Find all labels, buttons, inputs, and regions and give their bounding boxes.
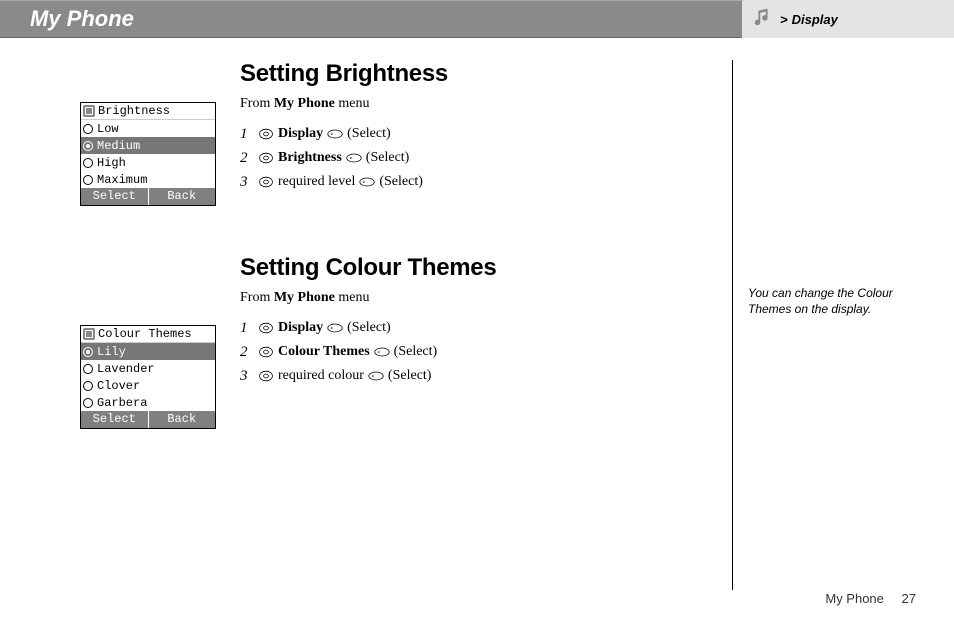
phone-screen-themes: Colour Themes Lily Lavender Clover Garbe…: [80, 325, 216, 429]
header-title: My Phone: [30, 6, 134, 32]
step: 1 Display (Select): [240, 122, 730, 146]
radio-icon: [83, 381, 93, 391]
select-key-icon: [327, 127, 343, 141]
radio-icon: [83, 398, 93, 408]
nav-key-icon: [258, 151, 274, 165]
phone-screen-brightness: Brightness Low Medium High Maximum Selec…: [80, 102, 216, 206]
radio-icon: [83, 175, 93, 185]
from-line: From My Phone menu: [240, 96, 730, 112]
breadcrumb-label: Display: [792, 12, 838, 27]
softkey-select: Select: [81, 411, 148, 428]
nav-key-icon: [258, 369, 274, 383]
section-brightness: Setting Brightness From My Phone menu 1 …: [240, 60, 730, 194]
radio-icon: [83, 347, 93, 357]
option-row: Clover: [81, 377, 215, 394]
section-heading: Setting Brightness: [240, 60, 730, 88]
select-key-icon: [346, 151, 362, 165]
select-key-icon: [327, 321, 343, 335]
side-note: You can change the Colour Themes on the …: [748, 285, 923, 317]
screen-title: Brightness: [98, 104, 170, 118]
display-icon: [83, 105, 95, 117]
nav-key-icon: [258, 127, 274, 141]
option-row: Maximum: [81, 171, 215, 188]
screen-title-row: Brightness: [81, 103, 215, 120]
nav-key-icon: [258, 345, 274, 359]
screen-title: Colour Themes: [98, 327, 192, 341]
section-heading: Setting Colour Themes: [240, 254, 730, 282]
radio-icon: [83, 364, 93, 374]
softkey-bar: Select Back: [81, 411, 215, 428]
option-row: High: [81, 154, 215, 171]
softkey-back: Back: [148, 188, 216, 205]
radio-icon: [83, 141, 93, 151]
softkey-select: Select: [81, 188, 148, 205]
breadcrumb-gt: >: [780, 12, 788, 27]
step: 2 Brightness (Select): [240, 146, 730, 170]
option-row-selected: Medium: [81, 137, 215, 154]
music-note-icon: [752, 6, 774, 33]
radio-icon: [83, 124, 93, 134]
screen-title-row: Colour Themes: [81, 326, 215, 343]
page-footer: My Phone 27: [825, 591, 916, 606]
option-row: Garbera: [81, 394, 215, 411]
footer-section: My Phone: [825, 591, 884, 606]
select-key-icon: [374, 345, 390, 359]
option-row: Lavender: [81, 360, 215, 377]
select-key-icon: [368, 369, 384, 383]
step: 3 required colour (Select): [240, 364, 730, 388]
breadcrumb: > Display: [742, 0, 954, 38]
steps-list: 1 Display (Select) 2 Colour Themes (Sele…: [240, 316, 730, 388]
page-number: 27: [902, 591, 916, 606]
option-row-selected: Lily: [81, 343, 215, 360]
nav-key-icon: [258, 321, 274, 335]
step: 1 Display (Select): [240, 316, 730, 340]
steps-list: 1 Display (Select) 2 Brightness (Select): [240, 122, 730, 194]
vertical-divider: [732, 60, 733, 590]
step: 2 Colour Themes (Select): [240, 340, 730, 364]
nav-key-icon: [258, 175, 274, 189]
select-key-icon: [359, 175, 375, 189]
option-row: Low: [81, 120, 215, 137]
display-icon: [83, 328, 95, 340]
softkey-bar: Select Back: [81, 188, 215, 205]
radio-icon: [83, 158, 93, 168]
softkey-back: Back: [148, 411, 216, 428]
step: 3 required level (Select): [240, 170, 730, 194]
from-line: From My Phone menu: [240, 290, 730, 306]
section-themes: Setting Colour Themes From My Phone menu…: [240, 254, 730, 388]
